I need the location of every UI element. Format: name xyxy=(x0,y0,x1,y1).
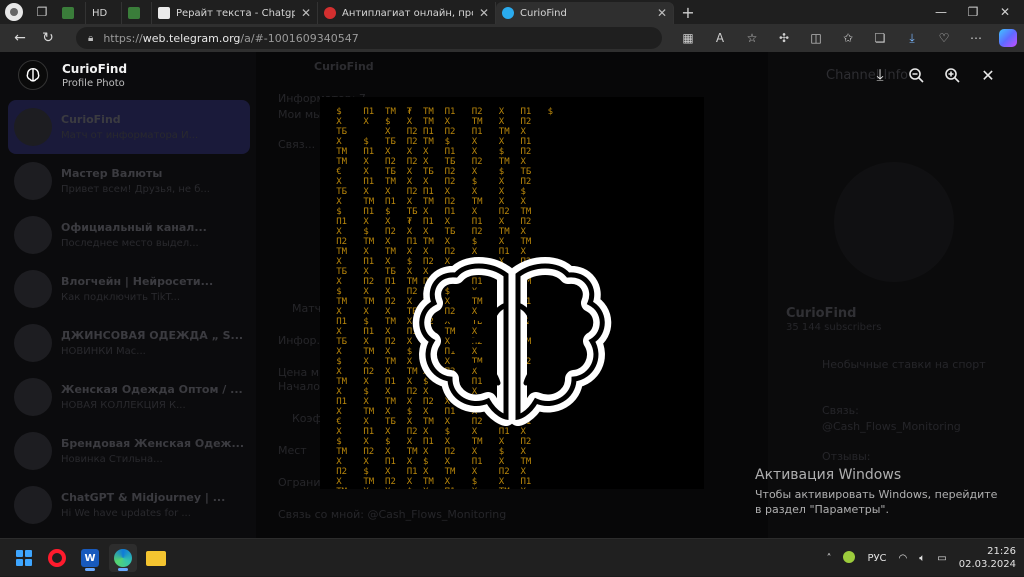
lock-icon: 🔒︎ xyxy=(88,32,94,44)
battery-icon[interactable]: ▭ xyxy=(931,553,952,564)
menu-icon[interactable]: ⋯ xyxy=(960,24,992,52)
close-tab-icon[interactable]: ✕ xyxy=(657,6,667,20)
address-bar[interactable]: 🔒︎ https://web.telegram.org/a/#-10016093… xyxy=(76,27,662,49)
chevron-up-icon[interactable]: ˄ xyxy=(820,553,837,564)
opera-icon xyxy=(48,549,66,567)
windows-activation-watermark: Активация Windows Чтобы активировать Win… xyxy=(755,467,998,516)
collections-icon[interactable]: ❏ xyxy=(864,24,896,52)
edge-app[interactable] xyxy=(109,544,137,572)
split-tab-icon[interactable]: ◫ xyxy=(800,24,832,52)
download-icon[interactable]: ⤓ xyxy=(896,24,928,52)
close-window-icon[interactable]: ✕ xyxy=(990,0,1020,24)
file-explorer-app[interactable] xyxy=(142,544,170,572)
viewer-channel-name: CurioFind xyxy=(62,61,128,76)
tab-2[interactable]: HD xyxy=(86,2,122,24)
windows-taskbar: W ˄ РУС ◠ 🔈︎ ▭ 21:26 02.03.2024 xyxy=(0,538,1024,576)
close-tab-icon[interactable]: ✕ xyxy=(301,6,311,20)
split-screen-icon[interactable]: ▦ xyxy=(672,24,704,52)
word-icon: W xyxy=(81,549,99,567)
browser-tab-strip: ❐ HD Рерайт текста - Chatgptweb.ru ✕ Ант… xyxy=(0,0,1024,24)
minimize-icon[interactable]: — xyxy=(926,0,956,24)
favorites-icon[interactable]: ✩ xyxy=(832,24,864,52)
channel-avatar[interactable] xyxy=(18,60,48,90)
refresh-button[interactable]: ↻ xyxy=(34,24,62,52)
wifi-icon[interactable]: ◠ xyxy=(893,553,914,564)
tab-3[interactable] xyxy=(122,2,152,24)
language-indicator[interactable]: РУС xyxy=(861,553,892,564)
edge-icon xyxy=(114,549,132,567)
tab-curiofind[interactable]: CurioFind ✕ xyxy=(496,2,674,24)
copyright-icon xyxy=(324,7,336,19)
zoom-out-icon[interactable] xyxy=(898,62,934,88)
viewer-subtitle: Profile Photo xyxy=(62,77,125,89)
new-tab-button[interactable]: + xyxy=(674,0,702,24)
clock[interactable]: 21:26 02.03.2024 xyxy=(953,545,1024,571)
download-icon[interactable]: ⤓ xyxy=(862,62,898,88)
word-app[interactable]: W xyxy=(76,544,104,572)
windows-logo-icon xyxy=(16,550,32,566)
performance-icon[interactable]: ♡ xyxy=(928,24,960,52)
tab-rewrite[interactable]: Рерайт текста - Chatgptweb.ru ✕ xyxy=(152,2,318,24)
start-button[interactable] xyxy=(10,544,38,572)
back-button[interactable]: ← xyxy=(6,24,34,52)
viewer-toolbar: ⤓ ✕ xyxy=(862,62,1006,88)
chatgpt-icon xyxy=(158,7,170,19)
telegram-page: CurioFind Матч от информатора И... Мастер… xyxy=(0,52,1024,538)
zoom-in-icon[interactable] xyxy=(934,62,970,88)
telegram-icon xyxy=(502,7,514,19)
profile-photo: $ П1 TM ₮ TM П1 П2 X П1 $ X X $ X TM Х T… xyxy=(320,97,704,489)
favorite-star-icon[interactable]: ☆ xyxy=(736,24,768,52)
browser-toolbar: ← ↻ 🔒︎ https://web.telegram.org/a/#-1001… xyxy=(0,24,1024,52)
copilot-icon[interactable] xyxy=(992,24,1024,52)
app-tray-icon[interactable] xyxy=(837,550,861,566)
tab-antiplagiat[interactable]: Антиплагиат онлайн, проверка ✕ xyxy=(318,2,496,24)
restore-icon[interactable]: ❐ xyxy=(958,0,988,24)
folder-icon xyxy=(146,550,166,566)
viewer-header: CurioFind Profile Photo xyxy=(18,60,127,90)
media-viewer: CurioFind Profile Photo ⤓ ✕ $ П1 TM ₮ TM… xyxy=(0,52,1024,538)
extensions-icon[interactable]: ✣ xyxy=(768,24,800,52)
system-tray: ˄ РУС ◠ 🔈︎ ▭ 21:26 02.03.2024 xyxy=(820,539,1024,577)
read-aloud-icon[interactable]: A xyxy=(704,24,736,52)
volume-icon[interactable]: 🔈︎ xyxy=(913,553,931,564)
workspaces-icon[interactable]: ❐ xyxy=(28,0,56,24)
tab-1[interactable] xyxy=(56,2,86,24)
opera-app[interactable] xyxy=(43,544,71,572)
close-viewer-icon[interactable]: ✕ xyxy=(970,62,1006,88)
close-tab-icon[interactable]: ✕ xyxy=(479,6,489,20)
profile-button[interactable] xyxy=(0,0,28,24)
brain-icon xyxy=(412,257,612,426)
